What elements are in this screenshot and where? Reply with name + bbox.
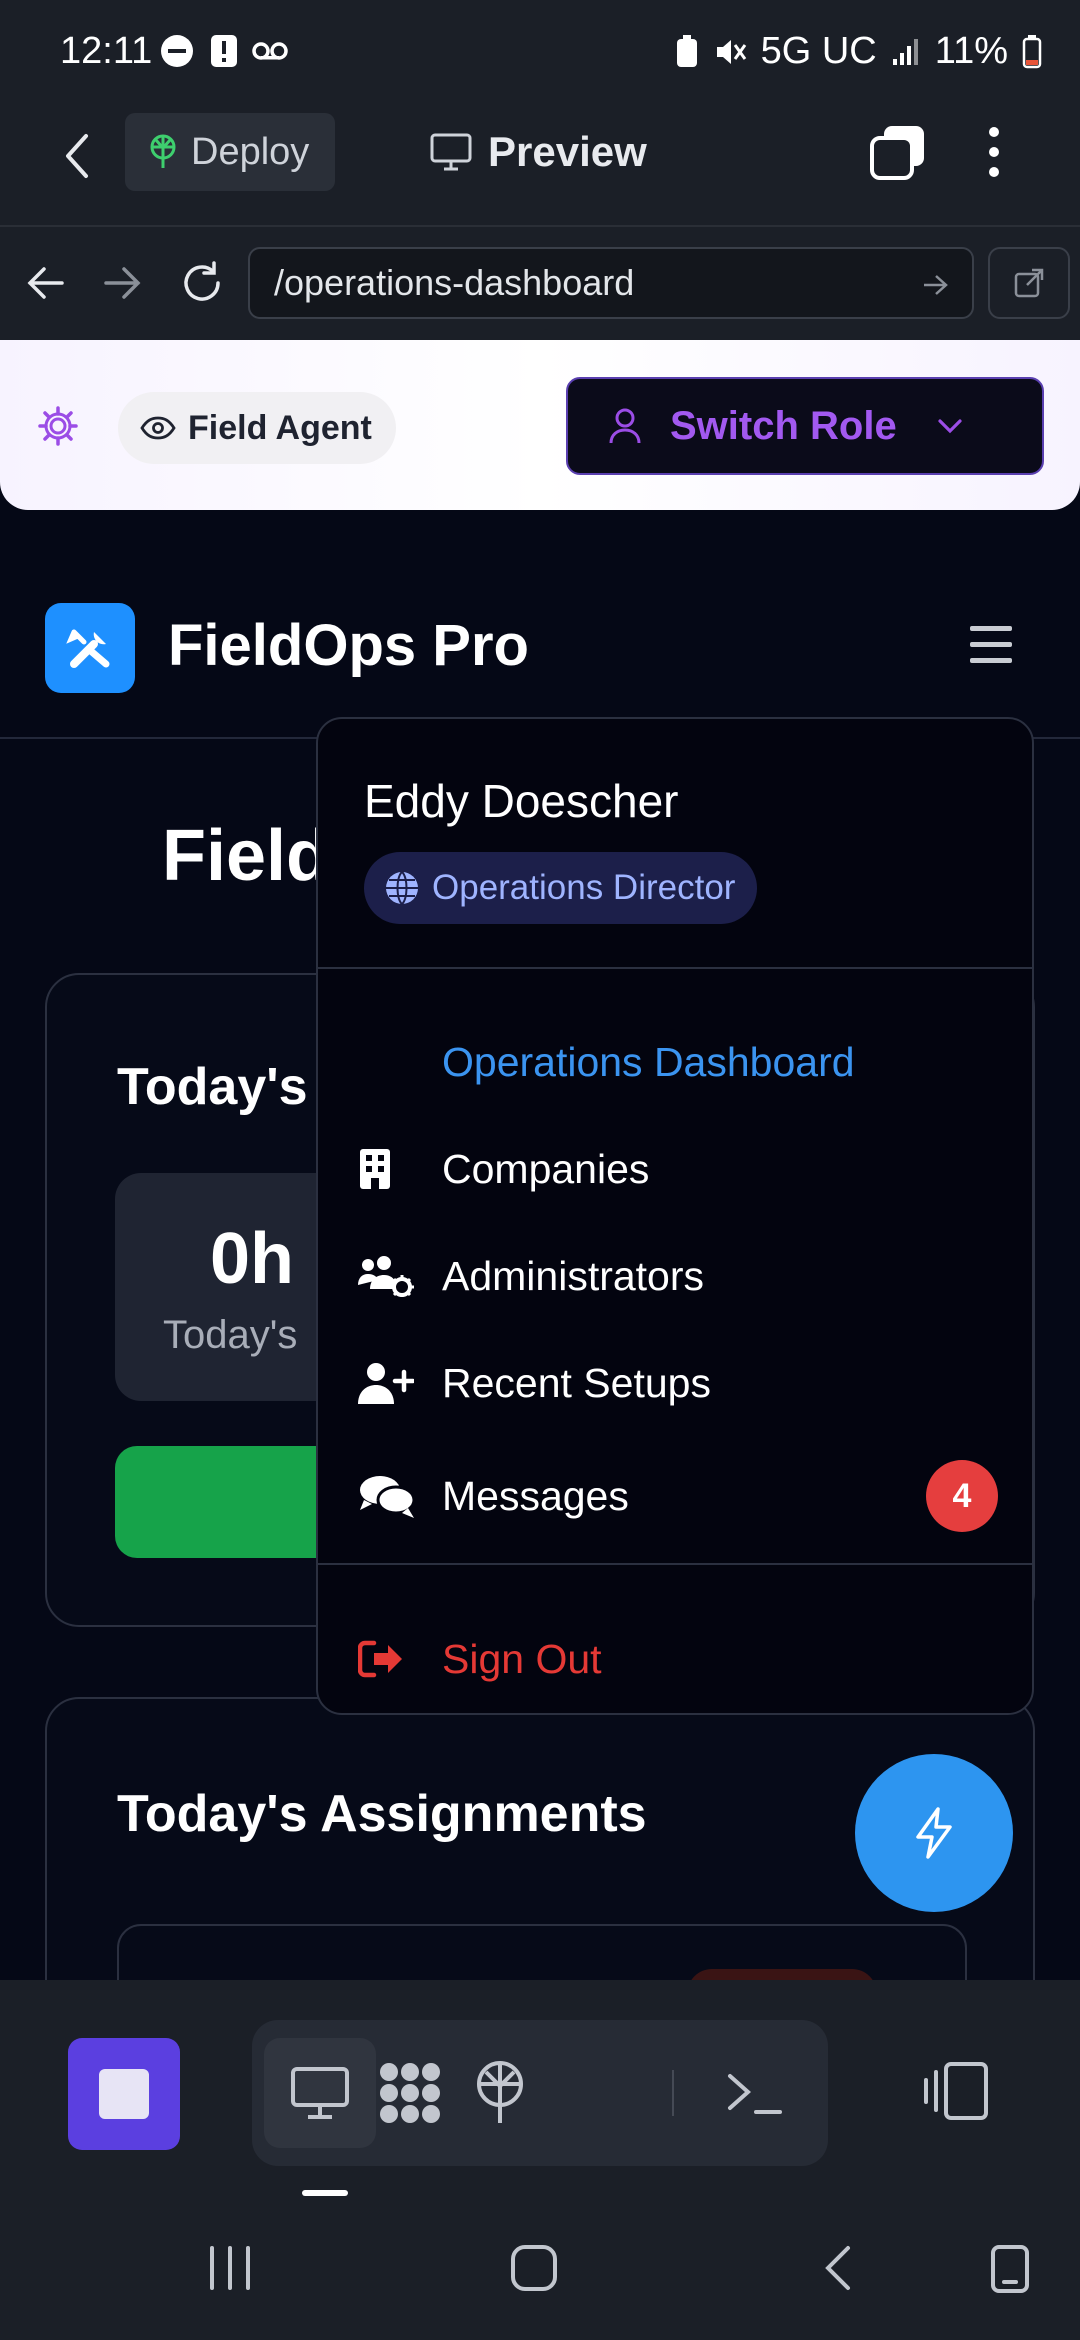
- home-icon[interactable]: [510, 2244, 558, 2292]
- status-right: 5G UC 11%: [675, 30, 1042, 73]
- sign-out-label: Sign Out: [442, 1635, 602, 1682]
- menu-item-companies[interactable]: Companies: [358, 1129, 998, 1209]
- menu-item-label: Recent Setups: [442, 1359, 711, 1406]
- comments-icon: [358, 1474, 442, 1518]
- dock-indicator: [302, 2190, 348, 2196]
- stop-icon: [99, 2069, 149, 2119]
- system-nav: [0, 2200, 1080, 2340]
- bolt-icon: [916, 1807, 952, 1859]
- battery-saver-icon: [676, 34, 697, 67]
- hours-stat-value: 0h: [210, 1219, 295, 1299]
- rotate-icon[interactable]: [990, 2244, 1030, 2294]
- preview-label: Preview: [488, 128, 647, 175]
- more-icon[interactable]: [988, 126, 1000, 178]
- users-cog-icon: [358, 1255, 442, 1297]
- app-logo: [45, 603, 135, 693]
- back-icon[interactable]: [62, 132, 90, 180]
- nav-back-icon[interactable]: [26, 265, 64, 301]
- menu-role-badge: Operations Director: [364, 852, 758, 924]
- battery-icon: [1022, 34, 1042, 68]
- current-role-chip: Field Agent: [118, 392, 396, 464]
- menu-item-recent-setups[interactable]: Recent Setups: [358, 1343, 998, 1423]
- battery-label: 11%: [934, 30, 1008, 72]
- quick-action-button[interactable]: [855, 1754, 1013, 1912]
- menu-item-label: Operations Dashboard: [442, 1038, 855, 1085]
- globe-icon: [386, 871, 418, 905]
- url-input[interactable]: /operations-dashboard: [248, 247, 974, 319]
- deploy-icon: [150, 134, 176, 168]
- recents-icon[interactable]: [208, 2244, 252, 2292]
- sign-out-icon: [358, 1640, 442, 1678]
- menu-item-label: Administrators: [442, 1252, 705, 1299]
- tools-icon: [66, 629, 110, 668]
- gear-icon[interactable]: [38, 406, 78, 446]
- user-menu: Eddy Doescher Operations Director Operat…: [316, 717, 1034, 1715]
- hours-stat-label: Today's: [163, 1313, 298, 1357]
- status-time: 12:11: [60, 30, 153, 72]
- signal-icon: [892, 38, 918, 65]
- menu-toggle-icon[interactable]: [968, 623, 1014, 667]
- sign-out-button[interactable]: Sign Out: [358, 1619, 998, 1699]
- role-banner: Field Agent Switch Role: [0, 340, 1080, 510]
- messages-count-badge: 4: [926, 1460, 998, 1532]
- bottom-dock: [0, 1980, 1080, 2200]
- page-title: Field: [162, 816, 331, 896]
- tabs-icon[interactable]: [870, 124, 926, 180]
- assignments-title: Today's Assignments: [117, 1785, 647, 1843]
- app-bar: Deploy Preview: [0, 100, 1080, 225]
- menu-item-label: Messages: [442, 1472, 629, 1519]
- switch-role-button[interactable]: Switch Role: [566, 377, 1044, 475]
- deploy-button[interactable]: Deploy: [125, 113, 335, 191]
- switch-role-label: Switch Role: [670, 403, 897, 448]
- menu-divider: [318, 1563, 1032, 1565]
- voicemail-icon: [252, 40, 288, 62]
- menu-item-messages[interactable]: Messages 4: [358, 1456, 998, 1536]
- building-icon: [358, 1147, 442, 1191]
- terminal-icon: [728, 2074, 782, 2114]
- brand-title: FieldOps Pro: [168, 613, 529, 678]
- terminal-tool-button[interactable]: [698, 2038, 810, 2148]
- monitor-icon: [430, 133, 472, 171]
- device-toggle-icon[interactable]: [922, 2062, 990, 2120]
- chevron-down-icon: [938, 419, 962, 434]
- go-icon: [924, 275, 948, 295]
- tool-divider: [672, 2070, 674, 2116]
- menu-item-administrators[interactable]: Administrators: [358, 1236, 998, 1316]
- deploy-tool-button[interactable]: [444, 2038, 556, 2148]
- reload-icon[interactable]: [180, 261, 224, 305]
- system-back-icon[interactable]: [822, 2244, 852, 2292]
- user-icon: [609, 408, 641, 444]
- mute-icon: [716, 39, 746, 64]
- eye-icon: [140, 416, 176, 440]
- preview-tab[interactable]: Preview: [430, 128, 647, 176]
- menu-role-label: Operations Director: [432, 868, 736, 907]
- menu-item-label: Companies: [442, 1145, 650, 1192]
- monitor-icon: [291, 2067, 349, 2119]
- current-role-label: Field Agent: [188, 408, 372, 447]
- menu-divider: [318, 967, 1032, 969]
- tool-group: [252, 2020, 828, 2166]
- menu-item-operations-dashboard[interactable]: Operations Dashboard: [358, 1022, 998, 1102]
- deploy-icon: [477, 2061, 523, 2123]
- url-bar: /operations-dashboard: [0, 225, 1080, 340]
- alert-icon: [210, 34, 238, 68]
- open-external-button[interactable]: [988, 247, 1070, 319]
- url-text: /operations-dashboard: [274, 262, 635, 303]
- network-label: 5G UC: [760, 30, 877, 72]
- dnd-icon: [160, 34, 194, 68]
- user-plus-icon: [358, 1362, 442, 1404]
- status-bar: 12:11 5G UC 11%: [0, 0, 1080, 100]
- external-link-icon: [1014, 268, 1044, 298]
- stop-button[interactable]: [68, 2038, 180, 2150]
- deploy-label: Deploy: [191, 130, 310, 173]
- grid-blob-icon: [380, 2063, 440, 2123]
- menu-user-name: Eddy Doescher: [364, 775, 679, 827]
- nav-forward-icon[interactable]: [104, 265, 142, 301]
